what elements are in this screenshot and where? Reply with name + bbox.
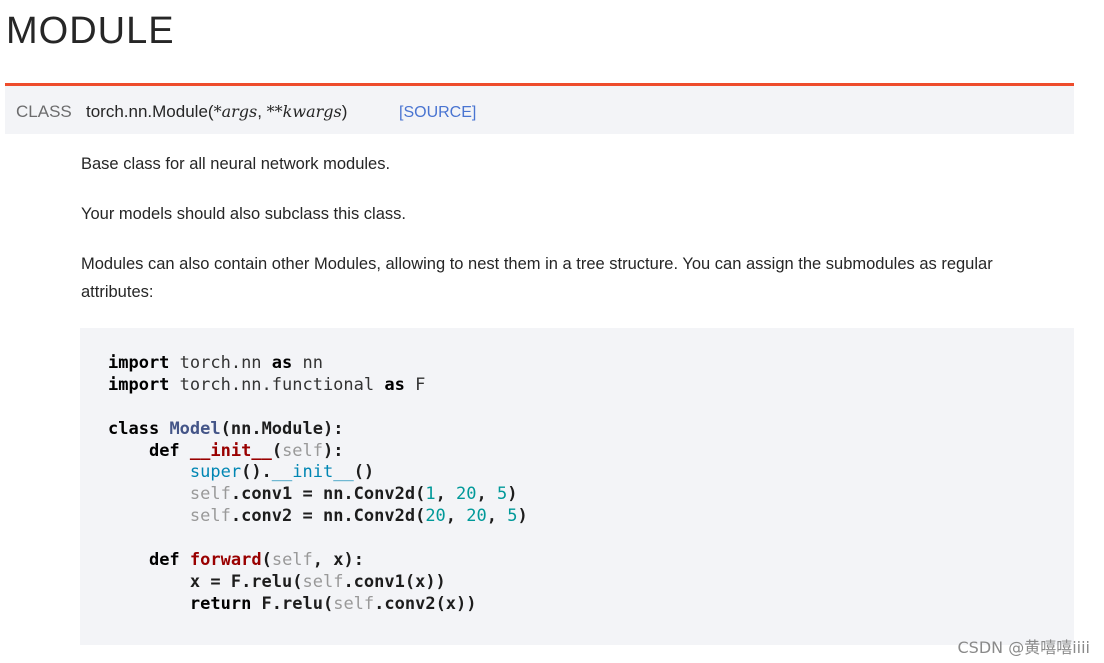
code-line: def __init__(self): bbox=[148, 440, 344, 461]
class-name-line: torch.nn.Module(*args, **kwargs) bbox=[86, 102, 347, 122]
code-line: def forward(self, x): bbox=[148, 550, 364, 571]
paragraph-description: Base class for all neural network module… bbox=[81, 155, 391, 173]
code-line: import torch.nn as nn bbox=[108, 353, 323, 373]
code-line: super().__init__() bbox=[189, 462, 375, 483]
watermark: CSDN @黄嘻嘻iiii bbox=[957, 638, 1091, 657]
source-link[interactable]: [SOURCE] bbox=[399, 104, 476, 122]
code-line: x = F.relu(self.conv1(x)) bbox=[189, 571, 446, 592]
code-line: self.conv1 = nn.Conv2d(1, 20, 5) bbox=[189, 484, 518, 505]
class-name: torch.nn.Module bbox=[86, 102, 208, 121]
code-line: self.conv2 = nn.Conv2d(20, 20, 5) bbox=[189, 506, 528, 527]
paragraph-subclass: Your models should also subclass this cl… bbox=[81, 205, 406, 223]
code-text: import torch.nn as nn import torch.nn.fun… bbox=[108, 353, 528, 616]
page-title: MODULE bbox=[6, 10, 175, 52]
code-line: import torch.nn.functional as F bbox=[108, 374, 426, 395]
code-example[interactable]: import torch.nn as nn import torch.nn.fun… bbox=[80, 328, 1074, 645]
class-keyword: CLASS bbox=[16, 102, 72, 121]
arg-args: *args bbox=[213, 102, 258, 121]
arg-separator: , bbox=[257, 102, 267, 121]
code-line: return F.relu(self.conv2(x)) bbox=[189, 593, 477, 614]
paragraph-submodules: Modules can also contain other Modules, … bbox=[81, 255, 993, 301]
class-signature: CLASS torch.nn.Module(*args, **kwargs) [… bbox=[5, 83, 1074, 134]
arg-kwargs: **kwargs bbox=[266, 102, 342, 121]
close-paren: ) bbox=[341, 102, 348, 121]
code-line: class Model(nn.Module): bbox=[108, 418, 344, 439]
